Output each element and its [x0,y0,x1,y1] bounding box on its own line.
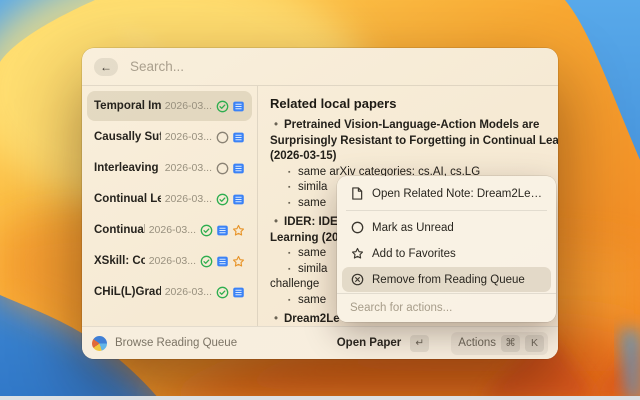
paper-title: CHiL(L)Grader:... [94,286,161,298]
note-icon [232,193,245,206]
back-arrow-icon: ← [100,60,112,74]
detail-line: Surprisingly Resistant to Forgetting in … [270,134,546,150]
paper-title: Causally Suffici... [94,131,161,143]
paper-icons [216,162,245,175]
paper-date: 2026-03... [165,193,212,205]
detail-line: (2026-03-15) [270,149,546,165]
action-menu-item-label: Add to Favorites [372,248,456,260]
paper-title: Continual L... [94,224,145,236]
screen-bottom-strip [0,396,640,400]
queue-list-item[interactable]: XSkill: Con... 2026-03... [87,246,252,276]
actions-popup-items: Open Related Note: Dream2Learn: Structur… [337,176,556,293]
search-bar: ← [82,48,558,86]
paper-icons [216,131,245,144]
paper-date: 2026-03... [165,100,212,112]
paper-date: 2026-03... [165,286,212,298]
paper-title: XSkill: Con... [94,255,145,267]
read-check-icon [200,255,213,268]
note-icon [232,162,245,175]
open-paper-button[interactable]: Open Paper [337,337,402,349]
action-menu-item-label: Open Related Note: Dream2Learn: Structur… [372,188,543,200]
actions-popup: Open Related Note: Dream2Learn: Structur… [337,176,556,322]
search-input[interactable] [128,58,546,75]
queue-list-item[interactable]: Temporal Imbal... 2026-03... [87,91,252,121]
paper-date: 2026-03... [149,255,196,267]
paper-icons [200,255,245,268]
actions-label: Actions [458,337,496,349]
queue-list-item[interactable]: Continual Learni... 2026-03... [87,184,252,214]
desktop: ← Temporal Imbal... 2026-03... Ca [0,0,640,400]
actions-search-placeholder[interactable]: Search for actions... [337,293,556,322]
read-check-icon [216,100,229,113]
queue-list-item[interactable]: Continual L... 2026-03... [87,215,252,245]
paper-title: Continual Learni... [94,193,161,205]
unread-circle-icon [216,131,229,144]
note-icon [232,100,245,113]
paper-date: 2026-03... [149,224,196,236]
queue-list-item[interactable]: CHiL(L)Grader:... 2026-03... [87,277,252,307]
action-menu-item[interactable]: Open Related Note: Dream2Learn: Structur… [342,181,551,206]
action-menu-item-label: Remove from Reading Queue [372,274,525,286]
action-menu-item-label: Mark as Unread [372,222,454,234]
queue-list-item[interactable]: Interleaving Sch... 2026-03... [87,153,252,183]
favorite-star-icon [232,224,245,237]
return-key-badge: ↵ [410,335,429,352]
read-check-icon [216,193,229,206]
context-label: Browse Reading Queue [115,337,237,349]
paper-title: Interleaving Sch... [94,162,161,174]
read-check-icon [216,286,229,299]
paper-date: 2026-03... [165,131,212,143]
note-icon [216,224,229,237]
command-key-badge: ⌘ [501,335,520,352]
paper-date: 2026-03... [165,162,212,174]
actions-button[interactable]: Actions ⌘ K [451,332,548,355]
menu-divider [346,210,547,211]
favorite-star-icon [232,255,245,268]
note-icon [232,286,245,299]
note-icon [216,255,229,268]
document-icon [351,187,363,200]
paper-icons [216,286,245,299]
unread-circle-icon [216,162,229,175]
status-bar: Browse Reading Queue Open Paper ↵ Action… [82,326,558,359]
back-button[interactable]: ← [94,58,118,76]
queue-list-item[interactable]: Causally Suffici... 2026-03... [87,122,252,152]
read-check-icon [200,224,213,237]
unread-circle-icon [351,221,364,234]
footer-actions: Open Paper ↵ Actions ⌘ K [337,332,548,355]
queue-list: Temporal Imbal... 2026-03... Causally Su… [82,86,258,326]
favorite-star-icon [351,247,364,260]
detail-heading: Related local papers [270,96,546,111]
action-menu-item[interactable]: Add to Favorites [342,241,551,266]
action-menu-item[interactable]: Mark as Unread [342,215,551,240]
launcher-window: ← Temporal Imbal... 2026-03... Ca [82,48,558,359]
k-key-badge: K [525,335,544,352]
paper-icons [216,193,245,206]
detail-line: Pretrained Vision-Language-Action Models… [270,118,546,134]
remove-circle-icon [351,273,364,286]
note-icon [232,131,245,144]
action-menu-item[interactable]: Remove from Reading Queue [342,267,551,292]
paper-icons [216,100,245,113]
app-pinwheel-icon [92,336,107,351]
paper-title: Temporal Imbal... [94,100,161,112]
paper-icons [200,224,245,237]
